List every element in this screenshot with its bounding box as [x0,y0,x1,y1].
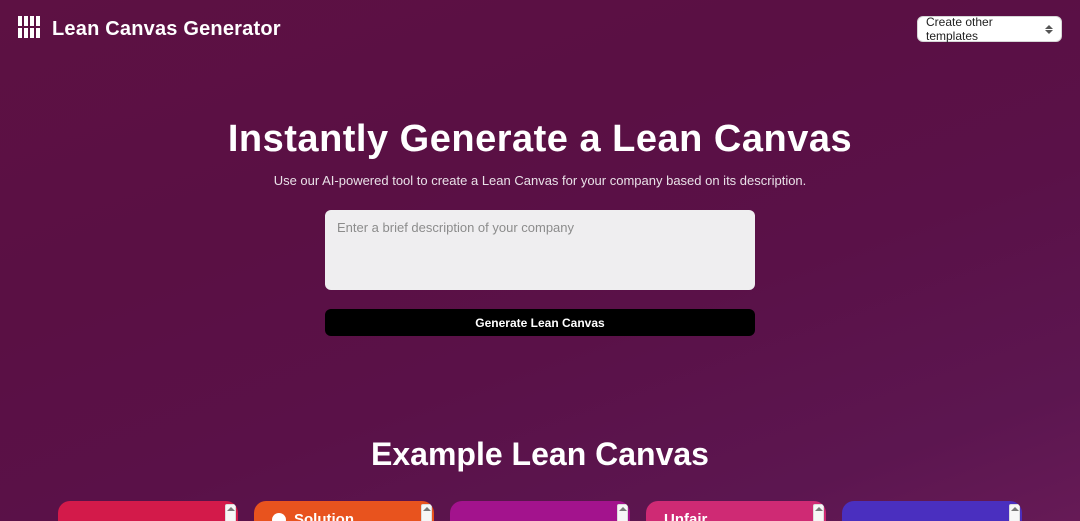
example-section: Example Lean Canvas Solution Unfair [0,436,1080,521]
example-card [58,501,238,521]
template-select-label: Create other templates [926,15,1041,43]
card-scrollbar[interactable] [421,504,432,521]
brand: Lean Canvas Generator [18,16,281,43]
card-scrollbar[interactable] [813,504,824,521]
example-title: Example Lean Canvas [0,436,1080,473]
example-card: Unfair [646,501,826,521]
select-stepper-icon [1045,20,1057,38]
generate-lean-canvas-button[interactable]: Generate Lean Canvas [325,309,755,336]
card-icon [272,513,286,521]
example-card: Solution [254,501,434,521]
brand-title: Lean Canvas Generator [52,18,281,41]
hero-section: Instantly Generate a Lean Canvas Use our… [0,118,1080,336]
brand-logo-icon [18,16,42,43]
card-scrollbar[interactable] [225,504,236,521]
card-scrollbar[interactable] [617,504,628,521]
example-card [842,501,1022,521]
generate-form: Generate Lean Canvas [325,210,755,336]
hero-subtitle: Use our AI-powered tool to create a Lean… [0,173,1080,188]
header: Lean Canvas Generator Create other templ… [0,0,1080,48]
example-cards-row: Solution Unfair [0,501,1080,521]
example-card [450,501,630,521]
card-header: Unfair [664,511,707,521]
card-title: Solution [294,511,354,521]
create-other-templates-select[interactable]: Create other templates [917,16,1062,42]
card-header: Solution [272,511,354,521]
company-description-input[interactable] [325,210,755,290]
card-scrollbar[interactable] [1009,504,1020,521]
hero-title: Instantly Generate a Lean Canvas [0,118,1080,161]
card-title: Unfair [664,511,707,521]
